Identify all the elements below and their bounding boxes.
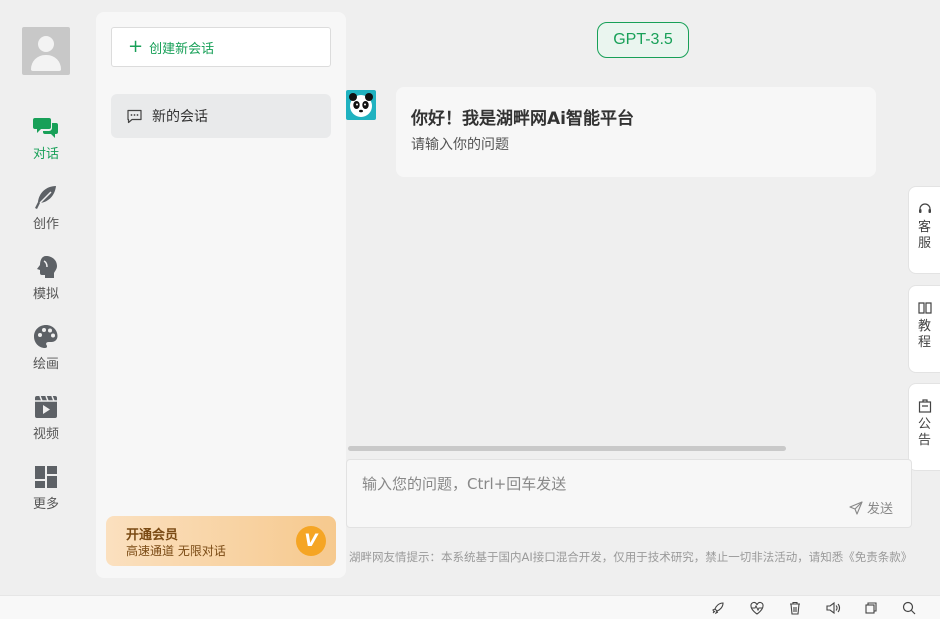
notice-tab[interactable]: 公告: [908, 383, 940, 471]
tab-label: 公告: [917, 417, 931, 448]
model-selector-button[interactable]: GPT-3.5: [597, 22, 689, 58]
headset-icon: [918, 203, 931, 213]
nav-item-label: 更多: [32, 497, 59, 512]
trash-icon[interactable]: [787, 600, 803, 616]
nav-item-label: 对话: [32, 147, 59, 162]
message-title: 你好！我是湖畔网Ai智能平台: [411, 109, 634, 129]
message-input-placeholder: 输入您的问题，Ctrl+回车发送: [362, 475, 567, 493]
grid-icon: [35, 466, 57, 488]
message-input[interactable]: 输入您的问题，Ctrl+回车发送 发送: [346, 459, 912, 528]
user-avatar[interactable]: [22, 27, 70, 75]
book-icon: [917, 302, 932, 314]
left-nav-rail: 对话 创作 模拟 绘画 视频 更多: [0, 0, 92, 595]
nav-item-video[interactable]: 视频: [0, 393, 92, 449]
tutorial-tab[interactable]: 教程: [908, 285, 940, 373]
message-icon: [127, 109, 142, 123]
nav-item-more[interactable]: 更多: [0, 463, 92, 519]
nav-item-chat[interactable]: 对话: [0, 113, 92, 169]
tab-label: 客服: [917, 220, 931, 251]
new-conversation-button[interactable]: + 创建新会话: [111, 27, 331, 67]
nav-item-label: 创作: [32, 217, 59, 232]
plus-icon: +: [128, 36, 144, 57]
message-subtitle: 请输入你的问题: [411, 137, 509, 153]
panda-icon: [349, 93, 373, 117]
send-icon: [849, 500, 863, 515]
nav-item-label: 模拟: [32, 287, 59, 302]
nav-item-label: 绘画: [32, 357, 59, 372]
horizontal-scrollbar[interactable]: [348, 446, 786, 451]
conversation-panel: + 创建新会话 新的会话 开通会员 高速通道 无限对话 V: [96, 12, 346, 578]
feather-icon: [35, 186, 56, 209]
vip-banner[interactable]: 开通会员 高速通道 无限对话 V: [106, 516, 336, 566]
face-profile-icon: [37, 256, 57, 278]
window-icon[interactable]: [863, 600, 879, 616]
bot-message-card: 你好！我是湖畔网Ai智能平台 请输入你的问题: [396, 87, 876, 177]
chat-bubbles-icon: [33, 118, 58, 138]
video-clapper-icon: [35, 395, 57, 418]
rocket-icon[interactable]: [710, 600, 726, 616]
customer-service-tab[interactable]: 客服: [908, 186, 940, 274]
vip-title: 开通会员: [126, 528, 179, 543]
conversation-item[interactable]: 新的会话: [111, 94, 331, 138]
bot-avatar: [346, 90, 376, 120]
conversation-label: 新的会话: [152, 109, 208, 125]
nav-item-create[interactable]: 创作: [0, 183, 92, 239]
nav-item-simulate[interactable]: 模拟: [0, 253, 92, 309]
status-bar: [0, 595, 940, 619]
nav-item-label: 视频: [32, 427, 59, 442]
speaker-icon[interactable]: [825, 600, 841, 616]
notice-icon: [918, 399, 931, 413]
search-icon[interactable]: [901, 600, 917, 616]
send-label: 发送: [866, 502, 893, 517]
tab-label: 教程: [917, 319, 931, 350]
nav-item-draw[interactable]: 绘画: [0, 323, 92, 379]
palette-icon: [34, 325, 58, 348]
vip-badge-icon: V: [296, 526, 326, 556]
heartbeat-icon[interactable]: [749, 600, 765, 616]
send-button[interactable]: 发送: [849, 498, 893, 517]
new-conversation-label: 创建新会话: [149, 41, 215, 57]
vip-subtitle: 高速通道 无限对话: [126, 544, 226, 558]
disclaimer-note: 湖畔网友情提示：本系统基于国内AI接口混合开发，仅用于技术研究，禁止一切非法活动…: [349, 550, 913, 564]
